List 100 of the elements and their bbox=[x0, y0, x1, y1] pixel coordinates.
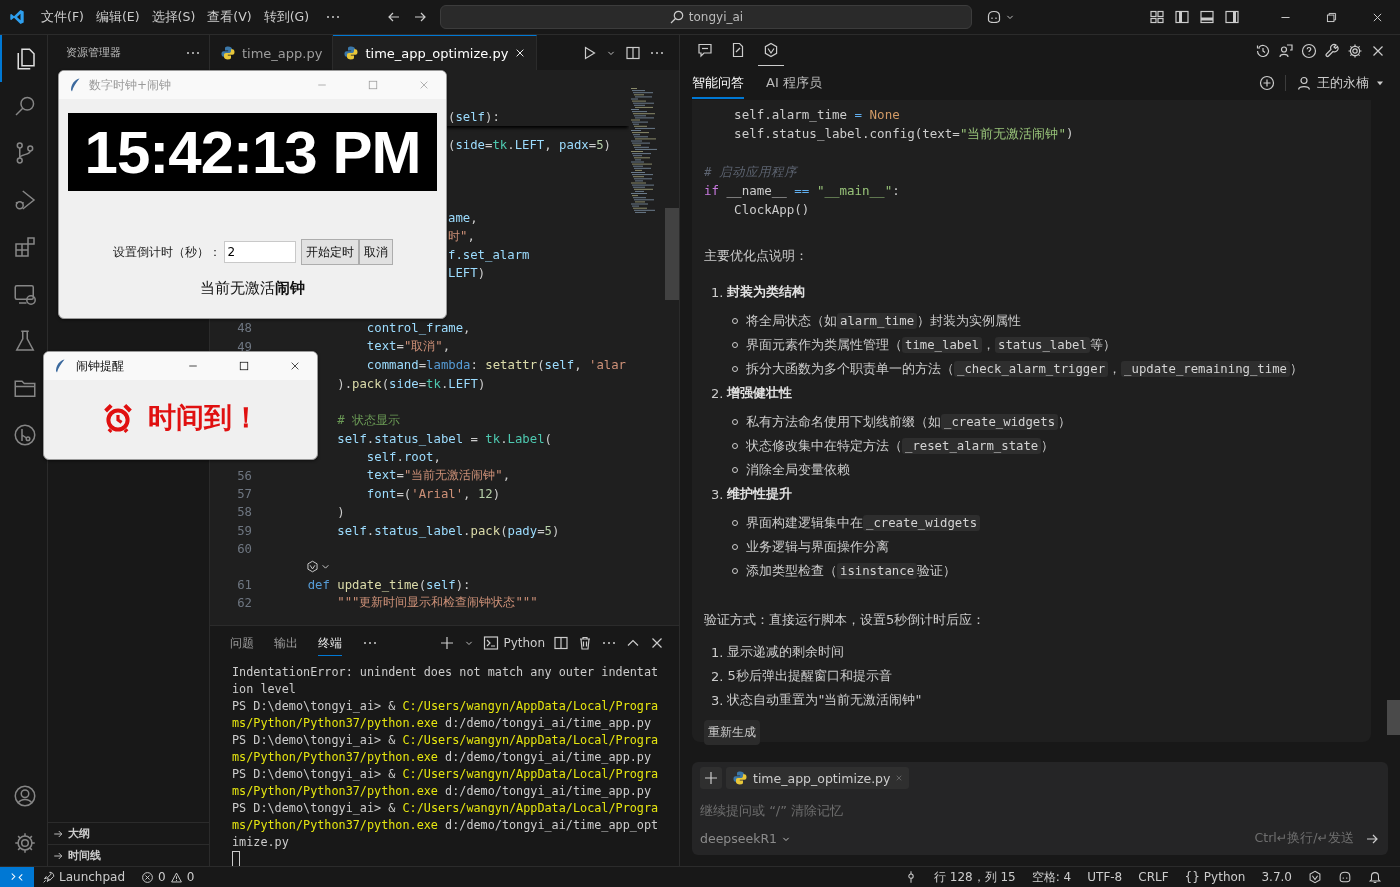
line-ending-setting[interactable]: CRLF bbox=[1130, 870, 1177, 884]
split-terminal-icon[interactable] bbox=[553, 635, 569, 651]
split-editor-icon[interactable] bbox=[625, 44, 641, 61]
settings-icon[interactable] bbox=[1347, 42, 1363, 59]
new-terminal-icon[interactable] bbox=[439, 635, 456, 651]
python-file-icon bbox=[220, 45, 236, 61]
section-header[interactable]: 大纲 bbox=[48, 822, 209, 844]
document-icon[interactable] bbox=[730, 42, 746, 58]
list-item-text: 消除全局变量依赖 bbox=[746, 461, 850, 479]
clock-display: 15:42:13 PM bbox=[68, 113, 437, 191]
rocket-icon bbox=[42, 870, 55, 884]
file-chip[interactable]: time_app_optimize.py bbox=[726, 767, 910, 789]
terminal-line: ms/Python/Python37/python.exe d:/demo/tongyi_ai/time_app.py bbox=[232, 715, 653, 732]
indentation-setting[interactable]: 空格: 4 bbox=[1023, 868, 1080, 886]
panel-toggle-icon[interactable] bbox=[1199, 9, 1215, 25]
editor-tab[interactable]: time_app_optimize.py bbox=[333, 35, 538, 70]
scrollbar-thumb[interactable] bbox=[1387, 700, 1400, 735]
account-icon[interactable] bbox=[12, 783, 37, 808]
list-item-text: 界面元素作为类属性管理（ time_label ， status_label 等） bbox=[746, 336, 1116, 354]
secondary-sidebar-icon[interactable] bbox=[1224, 9, 1240, 25]
terminal-line: PS D:\demo\tongyi_ai> & C:/Users/wangyn/AppData/Local/Progra bbox=[232, 698, 660, 715]
layout-icon[interactable] bbox=[1149, 9, 1165, 25]
list-item-text: 添加类型检查（ isinstance 验证） bbox=[746, 562, 957, 580]
history-icon[interactable] bbox=[1255, 42, 1271, 59]
settings-icon[interactable] bbox=[12, 830, 37, 855]
menu-item[interactable]: 文件(F) bbox=[35, 8, 90, 26]
panel-tab[interactable]: 问题 bbox=[230, 630, 254, 656]
chat-input-field[interactable]: 继续提问或 “/” 清除记忆 bbox=[700, 801, 1380, 819]
language-name: Python bbox=[1203, 870, 1246, 884]
panel-tab[interactable]: 输出 bbox=[274, 630, 298, 656]
maximize-icon[interactable] bbox=[237, 360, 250, 372]
error-icon bbox=[141, 870, 155, 884]
line-number: 60 bbox=[236, 542, 252, 557]
section-label: 时间线 bbox=[68, 848, 101, 863]
warning-icon bbox=[169, 870, 183, 884]
add-context-button[interactable] bbox=[700, 767, 722, 789]
code-line: def update_time(self): bbox=[307, 577, 471, 592]
terminal-icon bbox=[483, 635, 500, 651]
python-version[interactable]: 3.7.0 bbox=[1253, 870, 1300, 884]
code-line: command=lambda: setattr(self, 'alar bbox=[366, 358, 626, 373]
restore-icon[interactable] bbox=[1324, 10, 1338, 24]
sidebar-toggle-icon[interactable] bbox=[1174, 9, 1190, 25]
encoding-setting[interactable]: UTF-8 bbox=[1079, 870, 1131, 884]
list-number: 2. bbox=[711, 668, 724, 684]
code-line: ClockApp() bbox=[734, 202, 810, 217]
window-button[interactable]: 取消 bbox=[358, 239, 393, 265]
help-icon[interactable] bbox=[1301, 42, 1317, 59]
list-item-text: 拆分大函数为多个职责单一的方法（ _check_alarm_trigger ， _update_remaining_time ） bbox=[746, 360, 1303, 378]
terminal-line: PS D:\demo\tongyi_ai> & C:/Users/wangyn/AppData/Local/Progra bbox=[232, 766, 660, 783]
problems-item[interactable]: 0 0 bbox=[133, 870, 203, 884]
graph-circle-icon[interactable] bbox=[12, 422, 37, 447]
chat-person-icon[interactable] bbox=[1278, 42, 1294, 59]
line-number: 56 bbox=[236, 468, 252, 483]
code-line: """更新时间显示和检查闹钟状态""" bbox=[337, 594, 538, 612]
list-number: 1. bbox=[711, 284, 724, 300]
braces-glyph: {} bbox=[1184, 870, 1200, 884]
section-label: 大纲 bbox=[68, 826, 90, 841]
chat-bubble-icon[interactable] bbox=[697, 42, 713, 58]
extensions-icon[interactable] bbox=[12, 234, 37, 259]
code-line: LEFT) bbox=[448, 266, 486, 281]
model-picker[interactable]: deepseekR1 bbox=[700, 831, 793, 846]
alert-message: 时间到！ bbox=[147, 399, 260, 436]
list-number: 3. bbox=[711, 692, 724, 708]
app-logo-icon bbox=[9, 9, 25, 25]
cursor-position[interactable]: 行 128，列 15 bbox=[925, 868, 1024, 886]
new-chat-icon[interactable] bbox=[1259, 75, 1275, 91]
list-item-text: 业务逻辑与界面操作分离 bbox=[746, 538, 889, 556]
warning-count: 0 bbox=[186, 870, 195, 884]
terminal-profile[interactable]: Python bbox=[503, 636, 545, 650]
regenerate-button[interactable]: 重新生成 bbox=[704, 720, 760, 745]
search-field[interactable]: tongyi_ai bbox=[440, 5, 972, 29]
search-text: tongyi_ai bbox=[688, 10, 744, 24]
wrench-icon[interactable] bbox=[1324, 42, 1340, 59]
list-item-text: 5秒后弹出提醒窗口和提示音 bbox=[727, 667, 892, 685]
menu-item[interactable]: 选择(S) bbox=[145, 8, 202, 26]
list-number: 2. bbox=[711, 385, 724, 401]
list-number: 1. bbox=[711, 644, 724, 660]
countdown-field[interactable]: 2 bbox=[223, 241, 296, 263]
line-number: 58 bbox=[236, 505, 252, 520]
list-item-text: 显示递减的剩余时间 bbox=[727, 643, 845, 661]
bell-icon[interactable] bbox=[1368, 870, 1382, 884]
panel-tab[interactable]: 终端 bbox=[318, 630, 342, 656]
python-file-icon bbox=[732, 770, 748, 786]
launchpad-item[interactable]: Launchpad bbox=[34, 870, 134, 884]
menu-item[interactable]: 转到(G) bbox=[257, 8, 316, 26]
window-button[interactable]: 开始定时 bbox=[300, 239, 359, 265]
line-number: 48 bbox=[236, 321, 252, 336]
trash-icon[interactable] bbox=[577, 635, 593, 651]
code-line: (self): bbox=[448, 110, 500, 125]
menu-item[interactable]: 查看(V) bbox=[201, 8, 258, 26]
remote-button[interactable] bbox=[0, 867, 34, 887]
language-mode[interactable]: {} Python bbox=[1176, 870, 1254, 884]
scrollbar-thumb[interactable] bbox=[665, 208, 679, 300]
code-line: 时", bbox=[448, 228, 475, 246]
menu-item[interactable]: 编辑(E) bbox=[89, 8, 146, 26]
sidebar-title: 资源管理器 bbox=[66, 45, 121, 60]
line-number: 61 bbox=[236, 577, 252, 592]
user-name[interactable]: 王的永楠 bbox=[1317, 74, 1369, 92]
list-item-text: 界面构建逻辑集中在 _create_widgets bbox=[746, 514, 981, 532]
assistant-tab[interactable]: AI 程序员 bbox=[766, 67, 822, 99]
